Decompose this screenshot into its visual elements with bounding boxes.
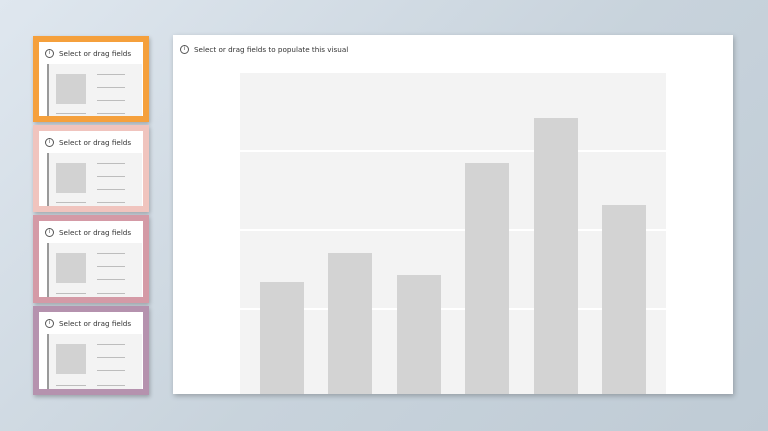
visual-card-1[interactable]: i Select or drag fields	[33, 36, 149, 122]
card-canvas: i Select or drag fields	[39, 221, 143, 297]
card-placeholder	[47, 153, 142, 206]
card-placeholder	[47, 243, 142, 297]
placeholder-line	[97, 176, 125, 177]
placeholder-image	[56, 163, 86, 193]
info-icon: i	[45, 137, 54, 147]
placeholder-line	[97, 87, 125, 88]
placeholder-line	[97, 357, 125, 358]
placeholder-line	[97, 293, 125, 294]
card-header: i Select or drag fields	[45, 226, 141, 238]
main-visual-title: Select or drag fields to populate this v…	[194, 44, 349, 54]
card-canvas: i Select or drag fields	[39, 42, 143, 116]
gridline	[240, 150, 666, 152]
main-visual-header: i Select or drag fields to populate this…	[180, 43, 348, 55]
bar-1	[260, 282, 304, 394]
placeholder-line	[97, 344, 125, 345]
placeholder-line	[97, 385, 125, 386]
visual-card-2[interactable]: i Select or drag fields	[33, 125, 149, 212]
bar-3	[397, 275, 441, 394]
placeholder-line	[97, 279, 125, 280]
card-header: i Select or drag fields	[45, 47, 141, 59]
placeholder-line	[56, 202, 86, 203]
visual-card-4[interactable]: i Select or drag fields	[33, 306, 149, 395]
card-title: Select or drag fields	[59, 318, 132, 328]
info-icon: i	[180, 44, 189, 54]
placeholder-line	[97, 113, 125, 114]
info-icon: i	[45, 318, 54, 328]
placeholder-image	[56, 253, 86, 283]
card-canvas: i Select or drag fields	[39, 131, 143, 206]
visual-card-3[interactable]: i Select or drag fields	[33, 215, 149, 303]
card-title: Select or drag fields	[59, 137, 132, 147]
bar-6	[602, 205, 646, 394]
placeholder-line	[97, 163, 125, 164]
card-placeholder	[47, 64, 142, 116]
placeholder-line	[56, 293, 86, 294]
placeholder-image	[56, 344, 86, 374]
bar-5	[534, 118, 578, 394]
placeholder-line	[97, 370, 125, 371]
placeholder-line	[97, 253, 125, 254]
placeholder-line	[97, 74, 125, 75]
bar-2	[328, 253, 372, 394]
placeholder-line	[97, 100, 125, 101]
bar-chart-placeholder	[240, 73, 666, 394]
placeholder-line	[56, 385, 86, 386]
card-placeholder	[47, 334, 142, 389]
main-visual[interactable]: i Select or drag fields to populate this…	[173, 35, 733, 394]
placeholder-image	[56, 74, 86, 104]
card-canvas: i Select or drag fields	[39, 312, 143, 389]
card-title: Select or drag fields	[59, 48, 132, 58]
placeholder-line	[97, 189, 125, 190]
bar-4	[465, 163, 509, 394]
info-icon: i	[45, 48, 54, 58]
placeholder-line	[97, 266, 125, 267]
card-title: Select or drag fields	[59, 227, 132, 237]
card-header: i Select or drag fields	[45, 136, 141, 148]
placeholder-line	[56, 113, 86, 114]
placeholder-line	[97, 202, 125, 203]
card-header: i Select or drag fields	[45, 317, 141, 329]
info-icon: i	[45, 227, 54, 237]
